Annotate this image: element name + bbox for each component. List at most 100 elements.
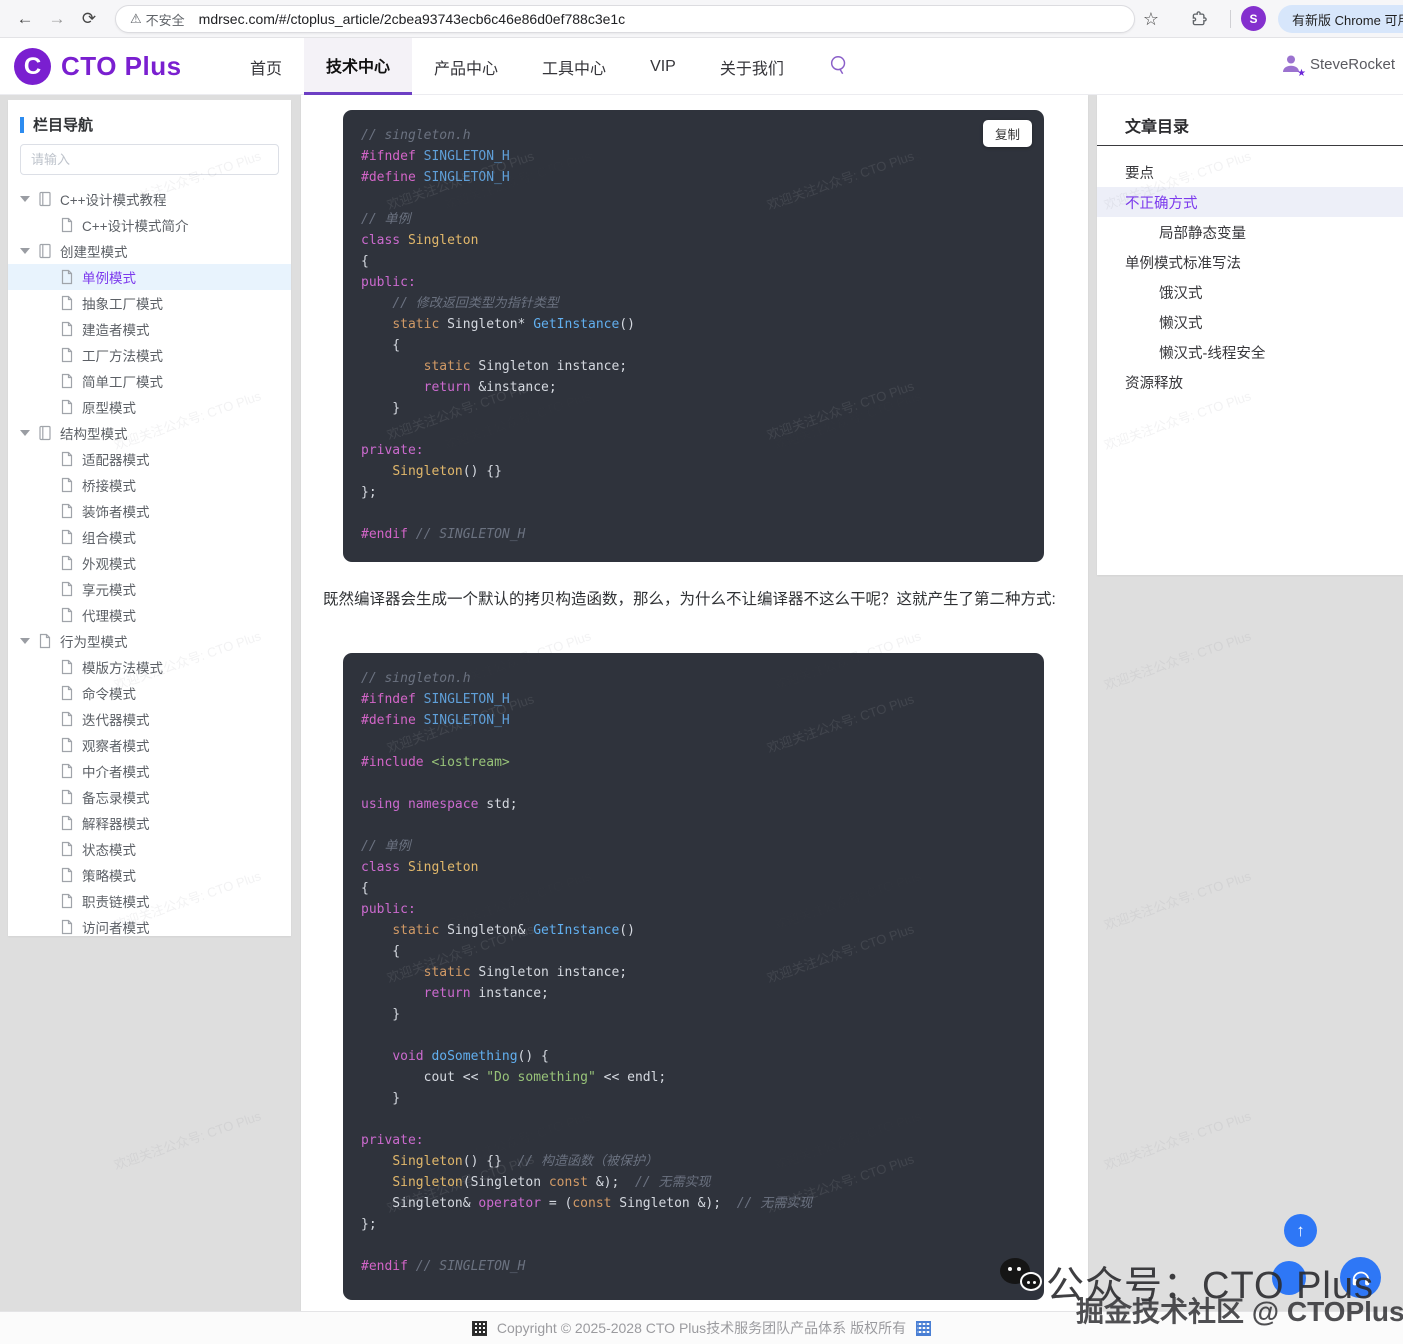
sidebar-item[interactable]: 备忘录模式 <box>8 784 291 810</box>
toc-item[interactable]: 单例模式标准写法 <box>1097 247 1403 277</box>
nav-item-product-center[interactable]: 产品中心 <box>412 38 520 95</box>
document-icon <box>60 399 74 415</box>
toc-item[interactable]: 要点 <box>1097 157 1403 187</box>
sidebar-item-label: 访问者模式 <box>82 917 150 937</box>
sidebar-item[interactable]: 迭代器模式 <box>8 706 291 732</box>
sidebar-item-label: 状态模式 <box>82 839 136 859</box>
nav-item-about-us[interactable]: 关于我们 <box>698 38 806 95</box>
toc-item[interactable]: 局部静态变量 <box>1097 217 1403 247</box>
book-icon <box>38 425 52 441</box>
customer-service-button[interactable] <box>1340 1257 1381 1298</box>
copy-button[interactable]: 复制 <box>983 120 1032 147</box>
user-account[interactable]: ★ SteveRocket <box>1279 52 1395 76</box>
document-icon <box>60 815 74 831</box>
document-icon <box>60 555 74 571</box>
nav-item-tech-center[interactable]: 技术中心 <box>304 38 412 95</box>
sidebar-item[interactable]: 中介者模式 <box>8 758 291 784</box>
code-block-2: // singleton.h#ifndef SINGLETON_H#define… <box>343 653 1044 1300</box>
copyright-text: Copyright © 2025-2028 CTO Plus技术服务团队产品体系… <box>497 1318 906 1338</box>
nav-item-vip[interactable]: VIP <box>628 38 698 95</box>
forward-icon[interactable]: → <box>44 6 70 32</box>
sidebar-item-label: 中介者模式 <box>82 761 150 781</box>
sidebar-item[interactable]: C++设计模式教程 <box>8 186 291 212</box>
toc-item[interactable]: 饿汉式 <box>1097 277 1403 307</box>
toc-item[interactable]: 懒汉式 <box>1097 307 1403 337</box>
sidebar-item[interactable]: 解释器模式 <box>8 810 291 836</box>
toc-item[interactable]: 懒汉式-线程安全 <box>1097 337 1403 367</box>
logo-icon: C <box>14 48 51 85</box>
sidebar-item[interactable]: 策略模式 <box>8 862 291 888</box>
sidebar-item[interactable]: 装饰者模式 <box>8 498 291 524</box>
title-accent-bar <box>20 117 24 133</box>
caret-down-icon[interactable] <box>20 430 30 436</box>
sidebar-item[interactable]: 状态模式 <box>8 836 291 862</box>
caret-down-icon[interactable] <box>20 196 30 202</box>
document-icon <box>60 867 74 883</box>
security-warning[interactable]: ⚠不安全 <box>130 10 185 29</box>
sidebar-item[interactable]: 结构型模式 <box>8 420 291 446</box>
site-header: C CTO Plus 首页技术中心产品中心工具中心VIP关于我们 ★ Steve… <box>0 38 1403 95</box>
sidebar-item[interactable]: 观察者模式 <box>8 732 291 758</box>
sidebar-item[interactable]: 行为型模式 <box>8 628 291 654</box>
sidebar-item[interactable]: 代理模式 <box>8 602 291 628</box>
sidebar-item[interactable]: 组合模式 <box>8 524 291 550</box>
sidebar-search-input[interactable] <box>20 144 279 175</box>
search-icon[interactable] <box>828 54 852 78</box>
document-icon <box>60 529 74 545</box>
sidebar-item[interactable]: 访问者模式 <box>8 914 291 940</box>
sidebar-item-label: 简单工厂模式 <box>82 371 163 391</box>
book-icon <box>38 191 52 207</box>
sidebar-item[interactable]: 模版方法模式 <box>8 654 291 680</box>
watermark-official-account: 公众号：CTO Plus <box>1046 1254 1374 1309</box>
back-icon[interactable]: ← <box>12 6 38 32</box>
sidebar-item[interactable]: 桥接模式 <box>8 472 291 498</box>
sidebar-item[interactable]: 命令模式 <box>8 680 291 706</box>
toc-item[interactable]: 资源释放 <box>1097 367 1403 397</box>
main-nav: 首页技术中心产品中心工具中心VIP关于我们 <box>228 38 806 95</box>
sidebar-item[interactable]: 建造者模式 <box>8 316 291 342</box>
sidebar-item[interactable]: 享元模式 <box>8 576 291 602</box>
document-icon <box>60 503 74 519</box>
sidebar-item-label: 职责链模式 <box>82 891 150 911</box>
floating-action-button[interactable] <box>1272 1261 1306 1295</box>
sidebar-item[interactable]: 抽象工厂模式 <box>8 290 291 316</box>
reload-icon[interactable]: ⟳ <box>76 6 102 32</box>
browser-profile-avatar[interactable]: S <box>1241 6 1266 31</box>
sidebar-item-label: C++设计模式教程 <box>60 189 167 209</box>
sidebar-item[interactable]: 单例模式 <box>8 264 291 290</box>
sidebar-item[interactable]: C++设计模式简介 <box>8 212 291 238</box>
chrome-update-button[interactable]: 有新版 Chrome 可用 <box>1278 5 1403 33</box>
sidebar-item[interactable]: 外观模式 <box>8 550 291 576</box>
document-icon <box>60 373 74 389</box>
document-icon <box>60 711 74 727</box>
document-icon <box>60 321 74 337</box>
sidebar-item[interactable]: 简单工厂模式 <box>8 368 291 394</box>
toolbar-divider <box>1230 10 1231 28</box>
sidebar-item[interactable]: 适配器模式 <box>8 446 291 472</box>
sidebar-item[interactable]: 原型模式 <box>8 394 291 420</box>
sidebar-item-label: 结构型模式 <box>60 423 128 443</box>
caret-down-icon[interactable] <box>20 638 30 644</box>
code-text: // singleton.h#ifndef SINGLETON_H#define… <box>361 125 1026 545</box>
site-logo[interactable]: C CTO Plus <box>14 48 182 85</box>
document-icon <box>60 893 74 909</box>
document-icon <box>60 477 74 493</box>
sidebar-item[interactable]: 创建型模式 <box>8 238 291 264</box>
nav-item-home[interactable]: 首页 <box>228 38 304 95</box>
toc-item[interactable]: 不正确方式 <box>1097 187 1403 217</box>
nav-item-tool-center[interactable]: 工具中心 <box>520 38 628 95</box>
page-footer: Copyright © 2025-2028 CTO Plus技术服务团队产品体系… <box>0 1311 1403 1344</box>
sidebar-item-label: 建造者模式 <box>82 319 150 339</box>
column-nav-sidebar: 栏目导航 C++设计模式教程C++设计模式简介创建型模式单例模式抽象工厂模式建造… <box>8 100 291 936</box>
sidebar-item[interactable]: 工厂方法模式 <box>8 342 291 368</box>
user-name: SteveRocket <box>1310 56 1395 73</box>
caret-down-icon[interactable] <box>20 248 30 254</box>
scroll-to-top-button[interactable]: ↑ <box>1284 1214 1317 1247</box>
sidebar-item[interactable]: 职责链模式 <box>8 888 291 914</box>
extensions-icon[interactable] <box>1186 6 1212 32</box>
toc-title: 文章目录 <box>1097 95 1403 137</box>
sidebar-item-label: 组合模式 <box>82 527 136 547</box>
bookmark-star-icon[interactable]: ☆ <box>1138 6 1164 32</box>
address-bar[interactable]: ⚠不安全 mdrsec.com/#/ctoplus_article/2cbea9… <box>115 5 1135 33</box>
article-toc: 文章目录 要点不正确方式局部静态变量单例模式标准写法饿汉式懒汉式懒汉式-线程安全… <box>1097 95 1403 575</box>
